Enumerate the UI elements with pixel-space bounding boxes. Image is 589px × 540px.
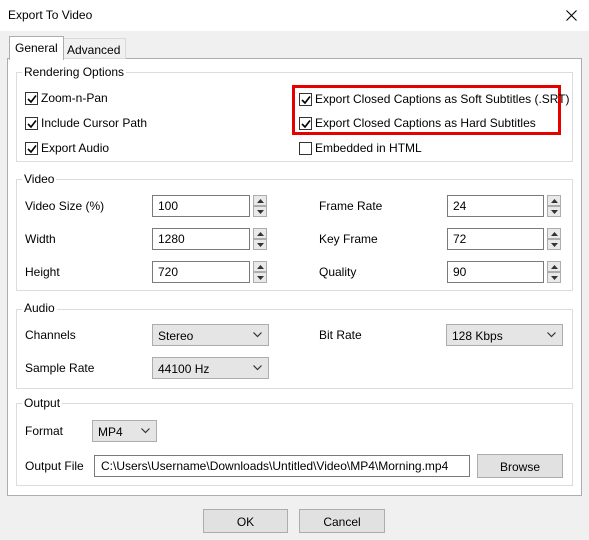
spin-down-button[interactable] [547, 206, 561, 217]
sample-rate-value: 44100 Hz [158, 362, 210, 376]
spin-down-button[interactable] [547, 239, 561, 250]
chevron-down-icon [141, 428, 150, 434]
bit-rate-select[interactable]: 128 Kbps [446, 324, 563, 346]
video-size-spinner[interactable] [253, 195, 267, 217]
audio-group-label: Audio [22, 301, 57, 315]
embedded-in-html-checkbox[interactable]: Embedded in HTML [299, 141, 422, 155]
frame-rate-label: Frame Rate [319, 199, 383, 213]
spin-up-button[interactable] [253, 195, 267, 206]
arrow-down-icon [551, 210, 558, 214]
video-size-label: Video Size (%) [25, 199, 105, 213]
channels-select[interactable]: Stereo [152, 324, 269, 346]
spin-up-button[interactable] [547, 195, 561, 206]
height-input[interactable]: 720 [152, 261, 250, 283]
arrow-down-icon [551, 243, 558, 247]
quality-label: Quality [319, 265, 357, 279]
spin-down-button[interactable] [253, 272, 267, 283]
window-title: Export To Video [8, 8, 93, 22]
embedded-in-html-label: Embedded in HTML [315, 141, 422, 155]
zoom-n-pan-label: Zoom-n-Pan [41, 91, 108, 105]
checkbox-box [299, 92, 312, 106]
bit-rate-label: Bit Rate [319, 328, 362, 342]
export-audio-checkbox[interactable]: Export Audio [25, 141, 109, 155]
browse-button[interactable]: Browse [477, 454, 563, 478]
spin-down-button[interactable] [547, 272, 561, 283]
key-frame-spinner[interactable] [547, 228, 561, 250]
checkbox-box [299, 116, 312, 130]
format-value: MP4 [98, 425, 123, 439]
channels-label: Channels [25, 328, 76, 342]
video-group-label: Video [22, 172, 57, 186]
spin-down-button[interactable] [253, 239, 267, 250]
arrow-up-icon [551, 232, 558, 236]
spin-up-button[interactable] [253, 228, 267, 239]
hard-subtitles-label: Export Closed Captions as Hard Subtitles [315, 116, 536, 130]
tab-advanced[interactable]: Advanced [61, 38, 127, 59]
width-spinner[interactable] [253, 228, 267, 250]
arrow-down-icon [257, 210, 264, 214]
cancel-button[interactable]: Cancel [299, 509, 385, 533]
checkmark-icon [301, 119, 311, 128]
soft-subtitles-label: Export Closed Captions as Soft Subtitles… [315, 92, 570, 106]
frame-rate-input[interactable]: 24 [447, 195, 544, 217]
chevron-down-icon [547, 332, 556, 338]
arrow-up-icon [257, 232, 264, 236]
sample-rate-select[interactable]: 44100 Hz [152, 357, 269, 379]
checkbox-box [25, 141, 38, 155]
zoom-n-pan-checkbox[interactable]: Zoom-n-Pan [25, 91, 108, 105]
checkbox-box [299, 141, 312, 155]
key-frame-input[interactable]: 72 [447, 228, 544, 250]
arrow-down-icon [257, 243, 264, 247]
checkmark-icon [27, 144, 37, 153]
hard-subtitles-checkbox[interactable]: Export Closed Captions as Hard Subtitles [299, 116, 536, 130]
output-group-label: Output [22, 396, 63, 410]
quality-spinner[interactable] [547, 261, 561, 283]
audio-group [16, 309, 573, 389]
format-select[interactable]: MP4 [92, 420, 157, 442]
spin-up-button[interactable] [253, 261, 267, 272]
include-cursor-path-checkbox[interactable]: Include Cursor Path [25, 116, 147, 130]
sample-rate-label: Sample Rate [25, 361, 95, 375]
output-file-label: Output File [25, 459, 84, 473]
checkbox-box [25, 91, 38, 105]
spin-up-button[interactable] [547, 228, 561, 239]
height-spinner[interactable] [253, 261, 267, 283]
output-file-input[interactable]: C:\Users\Username\Downloads\Untitled\Vid… [94, 455, 470, 477]
arrow-up-icon [551, 265, 558, 269]
arrow-down-icon [257, 276, 264, 280]
checkmark-icon [27, 94, 37, 103]
chevron-down-icon [253, 332, 262, 338]
spin-up-button[interactable] [547, 261, 561, 272]
export-audio-label: Export Audio [41, 141, 110, 155]
ok-button[interactable]: OK [203, 509, 288, 533]
close-icon [566, 10, 577, 21]
close-button[interactable] [556, 3, 586, 27]
soft-subtitles-checkbox[interactable]: Export Closed Captions as Soft Subtitles… [299, 92, 570, 106]
spin-down-button[interactable] [253, 206, 267, 217]
width-label: Width [25, 232, 56, 246]
bit-rate-value: 128 Kbps [452, 329, 503, 343]
include-cursor-path-label: Include Cursor Path [41, 116, 148, 130]
arrow-up-icon [257, 265, 264, 269]
arrow-up-icon [257, 199, 264, 203]
checkmark-icon [27, 119, 37, 128]
rendering-options-label: Rendering Options [22, 65, 127, 79]
chevron-down-icon [253, 365, 262, 371]
channels-value: Stereo [158, 329, 194, 343]
tab-general[interactable]: General [9, 36, 64, 60]
key-frame-label: Key Frame [319, 232, 378, 246]
height-label: Height [25, 265, 60, 279]
video-size-input[interactable]: 100 [152, 195, 250, 217]
arrow-down-icon [551, 276, 558, 280]
quality-input[interactable]: 90 [447, 261, 544, 283]
arrow-up-icon [551, 199, 558, 203]
frame-rate-spinner[interactable] [547, 195, 561, 217]
checkmark-icon [301, 95, 311, 104]
checkbox-box [25, 116, 38, 130]
width-input[interactable]: 1280 [152, 228, 250, 250]
format-label: Format [25, 424, 64, 438]
